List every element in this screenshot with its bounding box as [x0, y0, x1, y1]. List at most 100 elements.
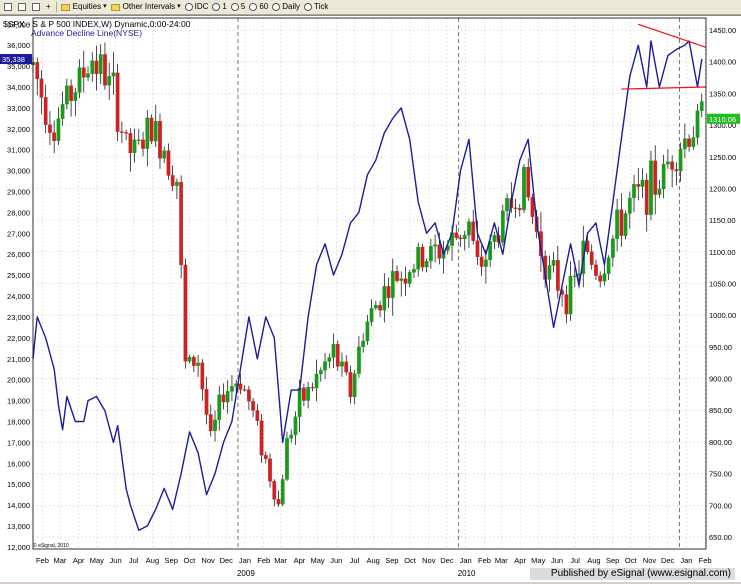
- candle-body: [517, 208, 522, 211]
- candle-body: [395, 271, 399, 281]
- clock-icon: [230, 3, 239, 11]
- candle-body: [412, 269, 416, 273]
- candle-body: [699, 101, 704, 111]
- month-label: Aug: [146, 556, 159, 565]
- candle-body: [124, 132, 128, 134]
- month-label: Jul: [129, 556, 139, 565]
- candle-body: [670, 161, 674, 170]
- candle-body: [98, 54, 103, 75]
- candle-body: [678, 148, 683, 172]
- candle-body: [297, 387, 302, 417]
- candle-body: [200, 362, 205, 390]
- left-tick-label: 27,000: [7, 229, 30, 238]
- candle-body: [153, 120, 158, 142]
- candle-body: [522, 166, 526, 211]
- left-tick-label: 22,000: [7, 334, 30, 343]
- candle-body: [39, 78, 44, 98]
- candle-body: [120, 131, 124, 133]
- add-button[interactable]: +: [46, 1, 51, 13]
- chart-background: [0, 16, 741, 582]
- candle-body: [407, 272, 412, 284]
- candle-body: [69, 85, 73, 101]
- candle-body: [632, 184, 636, 199]
- candle-body: [361, 340, 366, 347]
- right-tick-label: 850.00: [709, 406, 732, 415]
- month-label: Jun: [551, 556, 563, 565]
- candle-body: [462, 235, 467, 240]
- candle-body: [674, 169, 679, 172]
- left-tick-label: 18,000: [7, 417, 30, 426]
- candle-body: [564, 294, 569, 315]
- candle-body: [136, 139, 141, 141]
- candle-body: [695, 110, 700, 138]
- candle-body: [682, 138, 687, 150]
- candle-body: [390, 271, 395, 298]
- candle-body: [335, 343, 340, 367]
- candle-body: [429, 246, 433, 262]
- right-tick-label: 1150.00: [709, 216, 736, 225]
- left-tick-label: 30,000: [7, 167, 30, 176]
- interval-60-label: 60: [259, 2, 269, 11]
- candle-body: [145, 117, 150, 149]
- left-tick-label: 25,000: [7, 271, 30, 280]
- candle-body: [170, 175, 175, 186]
- candle-body: [471, 221, 476, 241]
- candle-body: [111, 72, 116, 77]
- month-label: Mar: [274, 556, 287, 565]
- right-tick-label: 750.00: [709, 470, 732, 479]
- save-icon[interactable]: [18, 1, 28, 13]
- chart-svg[interactable]: 200920102011FebMarAprMayJunJulAugSepOctN…: [0, 16, 741, 582]
- interval-5-label: 5: [240, 2, 246, 11]
- candle-body: [43, 97, 48, 125]
- candle-body: [56, 118, 61, 142]
- candle-body: [285, 438, 289, 480]
- interval-idc-button[interactable]: IDC: [184, 1, 208, 13]
- copy-icon[interactable]: [32, 1, 42, 13]
- candle-body: [556, 260, 560, 291]
- candle-body: [272, 481, 277, 500]
- month-label: Jan: [680, 556, 692, 565]
- interval-5-button[interactable]: 5: [230, 1, 246, 13]
- month-label: Sep: [385, 556, 398, 565]
- chart-area[interactable]: 200920102011FebMarAprMayJunJulAugSepOctN…: [0, 15, 741, 582]
- candle-body: [183, 264, 188, 362]
- equities-menu[interactable]: Equities ▾: [60, 1, 107, 13]
- left-tick-label: 29,000: [7, 188, 30, 197]
- candle-body: [52, 132, 57, 142]
- candle-body: [568, 276, 573, 315]
- candle-body: [314, 373, 319, 389]
- print-icon[interactable]: [4, 1, 14, 13]
- month-label: Aug: [587, 556, 600, 565]
- interval-1-button[interactable]: 1: [212, 1, 227, 13]
- candle-body: [327, 357, 332, 362]
- year-label: 2009: [237, 569, 255, 578]
- clock-icon: [212, 3, 221, 11]
- candle-body: [649, 160, 653, 215]
- right-tick-label: 1000.00: [709, 311, 736, 320]
- candle-body: [107, 75, 112, 86]
- left-tick-label: 26,000: [7, 250, 30, 259]
- candle-body: [158, 120, 162, 159]
- candle-body: [598, 275, 603, 282]
- clock-icon: [272, 3, 281, 11]
- candle-body: [513, 207, 518, 209]
- candle-body: [344, 361, 349, 373]
- interval-tick-button[interactable]: Tick: [304, 1, 328, 13]
- toolbar-separator: [55, 2, 57, 12]
- candle-body: [128, 133, 133, 154]
- candle-body: [602, 273, 607, 282]
- month-label: Dec: [220, 556, 234, 565]
- chevron-down-icon: ▾: [177, 3, 181, 10]
- candle-body: [94, 60, 99, 75]
- right-tick-label: 700.00: [709, 501, 732, 510]
- candle-body: [280, 479, 285, 505]
- interval-daily-button[interactable]: Daily: [272, 1, 300, 13]
- candle-body: [276, 499, 281, 505]
- interval-60-button[interactable]: 60: [249, 1, 268, 13]
- candle-body: [653, 160, 658, 195]
- candle-body: [251, 401, 255, 411]
- folder-icon: [110, 3, 120, 11]
- candle-body: [86, 73, 90, 78]
- candle-body: [204, 389, 209, 415]
- other-intervals-menu[interactable]: Other Intervals ▾: [110, 1, 181, 13]
